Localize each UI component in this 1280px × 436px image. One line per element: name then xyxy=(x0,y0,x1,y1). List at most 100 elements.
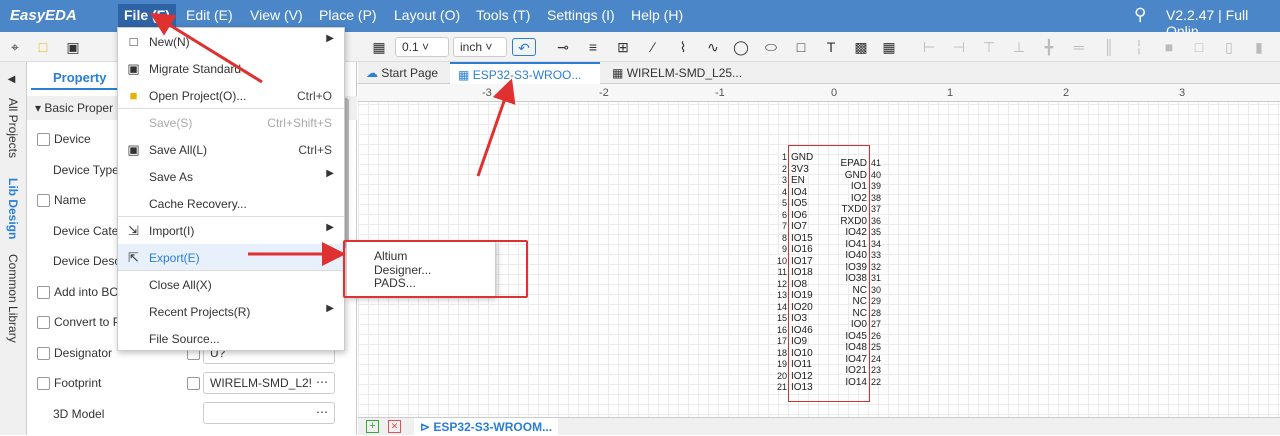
select-tool-icon[interactable]: ⌖ xyxy=(6,38,24,56)
menu-item-open[interactable]: ■ Open Project(O)... Ctrl+O xyxy=(118,82,344,109)
pin-number: 13 xyxy=(776,290,787,300)
distribute-v-icon[interactable]: ╎ xyxy=(1130,38,1148,56)
menu-layout[interactable]: Layout (O) xyxy=(394,7,460,23)
menu-item-recent[interactable]: Recent Projects(R) ▶ xyxy=(118,298,344,325)
pin-number: 11 xyxy=(777,267,787,277)
menu-item-save-as[interactable]: Save As ▶ xyxy=(118,163,344,190)
align-left-icon[interactable]: ⊢ xyxy=(920,38,938,56)
grid-size-select[interactable]: 0.1 ˅ xyxy=(395,37,449,57)
menu-tools[interactable]: Tools (T) xyxy=(476,7,530,23)
menu-item-export[interactable]: ⇱ Export(E) ▶ xyxy=(118,244,344,271)
model-3d-field[interactable]: ⋯ xyxy=(203,402,335,424)
rectangle-icon[interactable]: □ xyxy=(792,38,810,56)
app-logo: EasyEDA xyxy=(10,7,77,24)
group-icon[interactable]: ▯ xyxy=(1220,38,1238,56)
save-icon[interactable]: ▣ xyxy=(64,38,82,56)
pin-icon[interactable]: ⊸ xyxy=(554,38,572,56)
tab-property[interactable]: Property xyxy=(31,66,121,90)
document-tabs: ☁ Start Page ▦ ESP32-S3-WROO... ▦ WIRELM… xyxy=(358,62,1280,84)
name-checkbox[interactable] xyxy=(37,194,50,208)
menu-item-new[interactable]: □ New(N) ▶ xyxy=(118,28,344,55)
pin-number: 28 xyxy=(871,307,882,318)
pin-number: 19 xyxy=(776,359,787,369)
collapse-icon[interactable]: ◀ xyxy=(6,74,17,85)
more-icon[interactable]: ⋯ xyxy=(316,375,328,389)
ungroup-icon[interactable]: ▮ xyxy=(1250,38,1268,56)
align-middle-icon[interactable]: ║ xyxy=(1100,38,1118,56)
designator-checkbox[interactable] xyxy=(37,347,50,361)
text-icon[interactable]: T xyxy=(822,38,840,56)
import-icon: ⇲ xyxy=(128,223,139,238)
menu-view[interactable]: View (V) xyxy=(250,7,303,23)
add-bom-checkbox[interactable] xyxy=(37,286,50,300)
menu-file[interactable]: File (F) xyxy=(118,4,176,28)
menu-item-import[interactable]: ⇲ Import(I) ▶ xyxy=(118,217,344,244)
device-checkbox[interactable] xyxy=(37,133,50,147)
pin-name: NC xyxy=(852,284,867,296)
pin-number: 39 xyxy=(871,181,882,191)
menu-place[interactable]: Place (P) xyxy=(319,7,377,23)
pin-name: IO48 xyxy=(845,342,867,353)
pin-name: IO0 xyxy=(850,319,867,330)
sheet-tab[interactable]: ⊳ ESP32-S3-WROOM... xyxy=(414,418,559,436)
line-icon[interactable]: ∕ xyxy=(644,38,662,56)
snap-icon[interactable]: ↶ xyxy=(512,38,536,56)
grid-icon[interactable]: ▦ xyxy=(370,38,388,56)
device-category-label: Device Cate xyxy=(53,224,119,238)
open-folder-icon[interactable]: □ xyxy=(34,38,52,56)
bezier-icon[interactable]: ∿ xyxy=(704,38,722,56)
ellipse-icon[interactable]: ⬭ xyxy=(762,38,780,56)
circle-icon[interactable]: ◯ xyxy=(732,38,750,56)
table-icon[interactable]: ▦ xyxy=(880,38,898,56)
back-icon[interactable]: □ xyxy=(1190,38,1208,56)
pin-name: IO6 xyxy=(791,209,808,221)
arc-icon[interactable]: ⌇ xyxy=(674,38,692,56)
pin-number: 23 xyxy=(871,365,882,375)
tab-start-page[interactable]: ☁ Start Page xyxy=(358,62,448,84)
align-top-icon[interactable]: ⊤ xyxy=(980,38,998,56)
footprint-checkbox[interactable] xyxy=(37,377,50,391)
submenu-arrow-icon: ▶ xyxy=(326,168,334,179)
menu-item-cache-recovery[interactable]: Cache Recovery... xyxy=(118,190,344,217)
menu-settings[interactable]: Settings (I) xyxy=(547,7,615,23)
convert-checkbox[interactable] xyxy=(37,316,50,330)
annotation-box xyxy=(343,240,528,298)
distribute-icon[interactable]: ═ xyxy=(1070,38,1088,56)
pin-number: 29 xyxy=(871,296,882,306)
tab-esp32[interactable]: ▦ ESP32-S3-WROO... xyxy=(450,62,600,84)
more-icon[interactable]: ⋯ xyxy=(316,405,328,419)
device-type-label: Device Type xyxy=(53,163,119,177)
pin-array-icon[interactable]: ⊞ xyxy=(614,38,632,56)
footprint-field[interactable]: WIRELM-SMD_L2! ⋯ xyxy=(203,372,335,394)
pin-name: IO15 xyxy=(791,232,813,244)
menu-edit[interactable]: Edit (E) xyxy=(186,7,233,23)
align-bottom-icon[interactable]: ⊥ xyxy=(1010,38,1028,56)
pin-number: 21 xyxy=(776,382,787,392)
multi-pin-icon[interactable]: ≡ xyxy=(584,38,602,56)
pin-number: 20 xyxy=(776,370,787,381)
image-icon[interactable]: ▩ xyxy=(852,38,870,56)
align-center-icon[interactable]: ╋ xyxy=(1040,38,1058,56)
footprint-visible-checkbox[interactable] xyxy=(187,377,200,390)
front-icon[interactable]: ■ xyxy=(1160,38,1178,56)
tab-all-projects[interactable]: All Projects xyxy=(6,98,20,158)
menu-item-save[interactable]: Save(S) Ctrl+Shift+S xyxy=(118,109,344,136)
component-symbol[interactable]: GND 3V3 EN IO4 IO5 IO6 IO7 IO15 IO16 IO17 IO18 IO8 I… xyxy=(777,145,881,402)
add-sheet-icon[interactable]: + xyxy=(366,420,379,433)
pin-name: IO45 xyxy=(845,330,867,342)
delete-sheet-icon[interactable]: ✕ xyxy=(388,420,401,433)
tab-wirelm[interactable]: ▦ WIRELM-SMD_L25... xyxy=(604,62,754,84)
tab-lib-design[interactable]: Lib Design xyxy=(6,178,20,239)
search-icon[interactable]: ⚲ xyxy=(1134,5,1146,25)
menu-help[interactable]: Help (H) xyxy=(631,7,683,23)
pin-name: IO2 xyxy=(850,192,867,204)
menu-item-file-source[interactable]: File Source... xyxy=(118,325,344,352)
unit-select[interactable]: inch ˅ xyxy=(453,37,507,57)
menu-item-save-all[interactable]: ▣ Save All(L) Ctrl+S xyxy=(118,136,344,163)
align-right-icon[interactable]: ⊣ xyxy=(950,38,968,56)
tab-common-library[interactable]: Common Library xyxy=(6,254,20,343)
pin-name: IO8 xyxy=(791,278,808,290)
menu-item-close-all[interactable]: Close All(X) xyxy=(118,271,344,298)
pin-number: 41 xyxy=(871,158,882,168)
menu-item-migrate[interactable]: ▣ Migrate Standard xyxy=(118,55,344,82)
